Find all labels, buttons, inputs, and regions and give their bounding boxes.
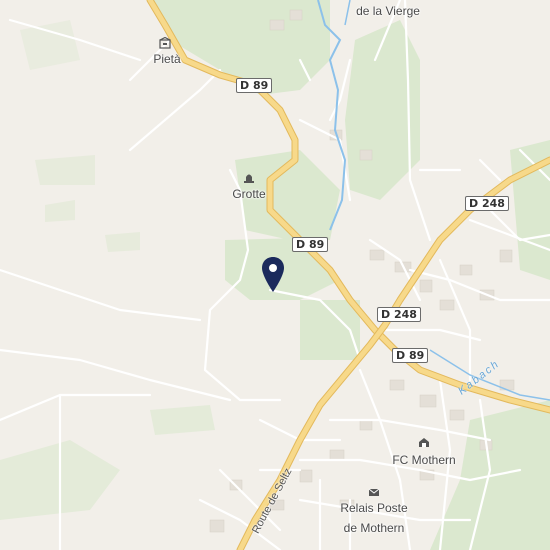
mail-icon[interactable] [368,486,380,498]
road-shield-d248[interactable]: D 248 [377,307,421,322]
road-shield-d89[interactable]: D 89 [292,237,329,252]
place-label-pieta[interactable]: Pietà [153,52,180,66]
road-shield-d89[interactable]: D 89 [236,78,273,93]
map-view[interactable]: de la Vierge Pietà Grotte FC Mothern Rel… [0,0,550,550]
stream-branch [344,0,351,26]
road-shield-d89[interactable]: D 89 [392,348,429,363]
place-label-de-mothern[interactable]: de Mothern [344,521,405,535]
place-label-fc-mothern[interactable]: FC Mothern [392,453,455,467]
place-label-vierge[interactable]: de la Vierge [356,4,420,18]
monument-icon[interactable] [243,171,255,183]
place-label-relais-poste[interactable]: Relais Poste [340,501,407,515]
sports-icon[interactable] [418,436,430,448]
location-pin-icon[interactable] [261,257,285,293]
museum-icon[interactable] [159,37,171,49]
place-label-grotte[interactable]: Grotte [232,187,265,201]
road-shield-d248[interactable]: D 248 [465,196,509,211]
